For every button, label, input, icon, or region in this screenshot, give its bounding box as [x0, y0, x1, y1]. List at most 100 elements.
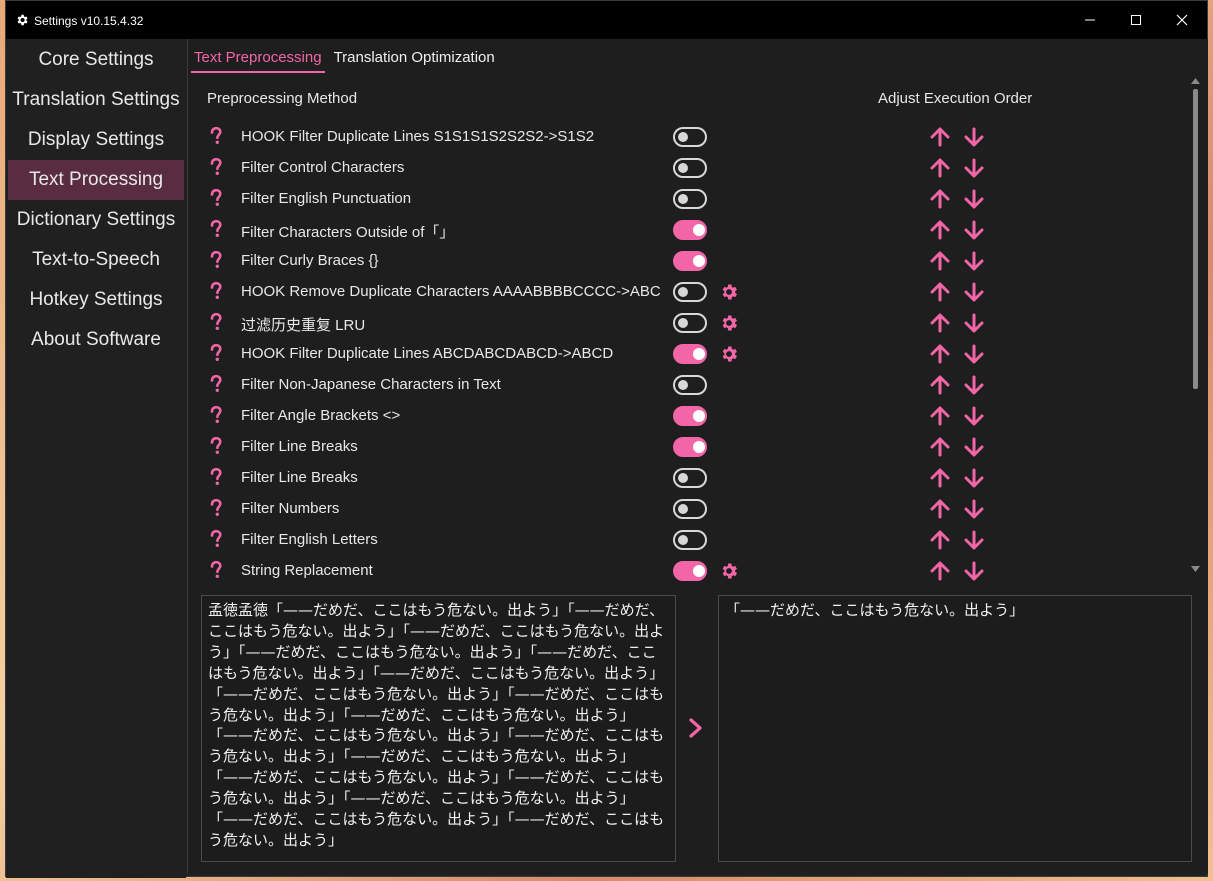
question-mark-icon[interactable]	[209, 126, 223, 146]
preprocess-row: Filter Control Characters	[192, 152, 1182, 183]
question-mark-icon[interactable]	[209, 250, 223, 270]
arrow-up-icon[interactable]	[930, 561, 950, 581]
question-mark-icon[interactable]	[209, 219, 223, 239]
enable-toggle[interactable]	[673, 561, 707, 581]
input-text-area[interactable]: 孟徳孟徳「——だめだ、ここはもう危ない。出よう」「——だめだ、ここはもう危ない。…	[201, 595, 676, 862]
gear-icon[interactable]	[719, 344, 739, 364]
title-bar[interactable]: Settings v10.15.4.32	[6, 1, 1207, 39]
enable-toggle[interactable]	[673, 127, 707, 147]
arrow-down-icon[interactable]	[964, 189, 984, 209]
close-icon	[1176, 14, 1188, 26]
arrow-down-icon[interactable]	[964, 437, 984, 457]
sidebar-item-translation-settings[interactable]: Translation Settings	[6, 80, 186, 120]
question-mark-icon[interactable]	[209, 157, 223, 177]
arrow-up-icon[interactable]	[930, 437, 950, 457]
question-mark-icon[interactable]	[209, 281, 223, 301]
question-mark-icon[interactable]	[209, 343, 223, 363]
arrow-up-icon[interactable]	[930, 499, 950, 519]
question-mark-icon[interactable]	[209, 436, 223, 456]
enable-toggle[interactable]	[673, 375, 707, 395]
method-label: Filter Curly Braces {}	[241, 252, 379, 269]
method-label: Filter Control Characters	[241, 159, 405, 176]
enable-toggle[interactable]	[673, 406, 707, 426]
arrow-down-icon[interactable]	[964, 468, 984, 488]
minimize-button[interactable]	[1067, 1, 1113, 39]
content-area: Text Preprocessing Translation Optimizat…	[187, 39, 1208, 874]
sidebar-item-text-to-speech[interactable]: Text-to-Speech	[6, 240, 186, 280]
gear-icon[interactable]	[719, 282, 739, 302]
arrow-down-icon[interactable]	[964, 282, 984, 302]
tab-translation-optimization[interactable]: Translation Optimization	[331, 47, 498, 73]
output-text-area[interactable]: 「——だめだ、ここはもう危ない。出よう」	[718, 595, 1192, 862]
arrow-up-icon[interactable]	[930, 468, 950, 488]
arrow-down-icon[interactable]	[964, 127, 984, 147]
arrow-up-icon[interactable]	[930, 530, 950, 550]
question-mark-icon[interactable]	[209, 467, 223, 487]
maximize-button[interactable]	[1113, 1, 1159, 39]
scroll-thumb[interactable]	[1193, 89, 1198, 389]
chevron-right-icon[interactable]	[687, 717, 705, 739]
gear-icon[interactable]	[719, 313, 739, 333]
question-mark-icon[interactable]	[209, 188, 223, 208]
arrow-up-icon[interactable]	[930, 406, 950, 426]
question-mark-icon[interactable]	[209, 529, 223, 549]
question-mark-icon[interactable]	[209, 374, 223, 394]
method-label: Filter Angle Brackets <>	[241, 407, 401, 424]
sidebar-item-display-settings[interactable]: Display Settings	[6, 120, 186, 160]
gear-icon[interactable]	[719, 561, 739, 581]
arrow-down-icon[interactable]	[964, 220, 984, 240]
toggle-knob	[678, 535, 688, 545]
toggle-knob	[678, 318, 688, 328]
enable-toggle[interactable]	[673, 437, 707, 457]
arrow-up-icon[interactable]	[930, 282, 950, 302]
arrow-down-icon[interactable]	[964, 313, 984, 333]
arrow-down-icon[interactable]	[964, 499, 984, 519]
enable-toggle[interactable]	[673, 499, 707, 519]
sidebar-item-core-settings[interactable]: Core Settings	[6, 40, 186, 80]
method-label: 过滤历史重复 LRU	[241, 317, 366, 334]
tab-text-preprocessing[interactable]: Text Preprocessing	[191, 47, 325, 73]
toggle-knob	[678, 473, 688, 483]
close-button[interactable]	[1159, 1, 1205, 39]
sidebar-item-hotkey-settings[interactable]: Hotkey Settings	[6, 280, 186, 320]
column-header-method: Preprocessing Method	[207, 90, 358, 107]
sidebar-item-text-processing[interactable]: Text Processing	[8, 160, 184, 200]
arrow-down-icon[interactable]	[964, 561, 984, 581]
enable-toggle[interactable]	[673, 530, 707, 550]
arrow-down-icon[interactable]	[964, 530, 984, 550]
arrow-up-icon[interactable]	[930, 127, 950, 147]
scroll-up-icon[interactable]	[1191, 78, 1200, 84]
arrow-down-icon[interactable]	[964, 158, 984, 178]
toggle-knob	[693, 224, 705, 236]
question-mark-icon[interactable]	[209, 498, 223, 518]
arrow-down-icon[interactable]	[964, 251, 984, 271]
enable-toggle[interactable]	[673, 313, 707, 333]
enable-toggle[interactable]	[673, 468, 707, 488]
enable-toggle[interactable]	[673, 282, 707, 302]
preprocess-row: Filter English Letters	[192, 524, 1182, 555]
enable-toggle[interactable]	[673, 158, 707, 178]
preprocess-row: HOOK Filter Duplicate Lines S1S1S1S2S2S2…	[192, 121, 1182, 152]
arrow-up-icon[interactable]	[930, 220, 950, 240]
enable-toggle[interactable]	[673, 344, 707, 364]
question-mark-icon[interactable]	[209, 560, 223, 580]
scroll-down-icon[interactable]	[1191, 566, 1200, 572]
arrow-up-icon[interactable]	[930, 158, 950, 178]
arrow-down-icon[interactable]	[964, 375, 984, 395]
question-mark-icon[interactable]	[209, 312, 223, 332]
question-mark-icon[interactable]	[209, 405, 223, 425]
enable-toggle[interactable]	[673, 251, 707, 271]
arrow-up-icon[interactable]	[930, 344, 950, 364]
sidebar-item-about-software[interactable]: About Software	[6, 320, 186, 360]
arrow-down-icon[interactable]	[964, 406, 984, 426]
sidebar-item-dictionary-settings[interactable]: Dictionary Settings	[6, 200, 186, 240]
arrow-up-icon[interactable]	[930, 251, 950, 271]
arrow-up-icon[interactable]	[930, 189, 950, 209]
enable-toggle[interactable]	[673, 189, 707, 209]
preprocess-row: Filter Characters Outside of「」	[192, 214, 1182, 245]
arrow-up-icon[interactable]	[930, 375, 950, 395]
list-scrollbar[interactable]	[1188, 75, 1202, 575]
arrow-down-icon[interactable]	[964, 344, 984, 364]
arrow-up-icon[interactable]	[930, 313, 950, 333]
enable-toggle[interactable]	[673, 220, 707, 240]
